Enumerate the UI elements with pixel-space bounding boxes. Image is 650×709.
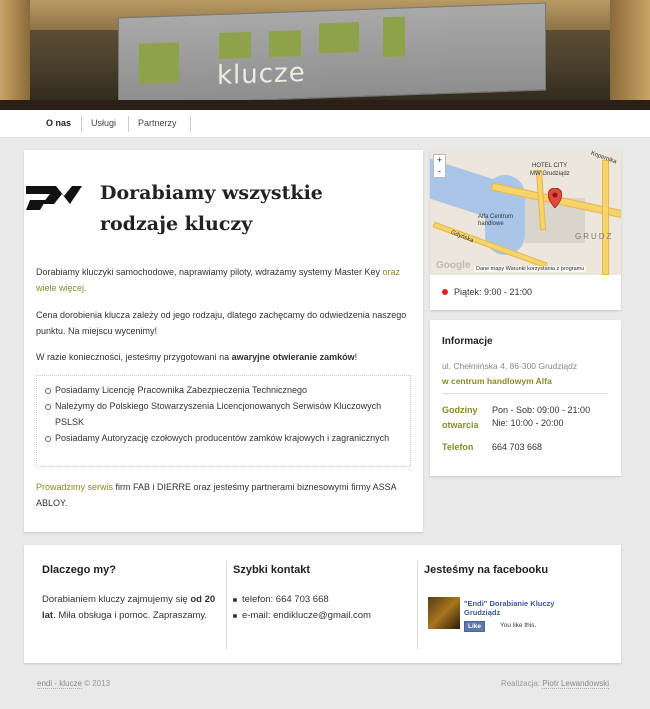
sign-letter-block [219,31,251,59]
intro-text: Dorabiamy kluczyki samochodowe, naprawia… [36,267,383,277]
sign-letter-block [319,22,359,54]
like-label: Like [468,623,482,630]
hours-sunday: Nie: 10:00 - 20:00 [492,418,564,428]
nav-divider [81,116,82,132]
list-item: Posiadamy Licencję Pracownika Zabezpiecz… [45,382,402,398]
facebook-like-button[interactable]: Like [464,621,486,632]
zoom-out-button[interactable]: - [434,166,445,177]
sign-text: klucze [217,57,306,92]
divider [442,393,608,394]
map-label-alfa: Alfa Centrum handlowe [478,214,514,227]
footer-home-link[interactable]: endi - klucze [37,679,82,689]
google-logo: Google [436,260,471,271]
footer-copyright: endi - klucze © 2013 [37,679,111,689]
facebook-page-link[interactable]: "Endi" Dorabianie Kluczy Grudziądz [464,599,574,617]
footer-credit: Realizacja: Piotr Lewandowski [500,679,609,689]
map-road [602,160,609,275]
sign-logo-block [139,42,179,84]
today-hours: Piątek: 9:00 - 21:00 [442,287,532,297]
facebook-you-like: You like this. [500,622,537,629]
phone-value: 664 703 668 [492,442,543,452]
list-item: Posiadamy Autoryzację czołowych producen… [45,430,402,446]
map-zoom-control[interactable]: + - [433,154,446,178]
map-card: + - HOTEL CITY MW Grudziądz Alfa Centrum… [430,150,621,310]
emergency-bold: awaryjne otwieranie zamków [231,352,355,362]
status-dot-icon [442,289,448,295]
emergency-end: ! [354,352,358,362]
shop-sign: klucze [118,2,546,106]
address-location: w centrum handlowym Alfa [442,376,552,386]
service-paragraph: Prowadzimy serwis firm FAB i DIERRE oraz… [36,479,412,511]
map-label-hotel: HOTEL CITY [532,163,568,169]
today-hours-text: Piątek: 9:00 - 21:00 [454,287,533,297]
map-terms[interactable]: Dane mapy Warunki korzystania z programu [474,266,587,272]
bottom-card: Dlaczego my? Dorabianiem kluczy zajmujem… [24,545,621,663]
list-item: Należymy do Polskiego Stowarzyszenia Lic… [45,398,402,430]
why-us-text-1: Dorabianiem kluczy zajmujemy się [42,594,191,605]
contact-phone: telefon: 664 703 668 [233,592,371,608]
footer-author-link[interactable]: Piotr Lewandowski [542,679,609,689]
column-divider [417,561,418,649]
nav-item-o-nas[interactable]: O nas [46,118,71,128]
page-title: Dorabiamy wszystkie rodzaje kluczy [100,182,323,235]
why-us-title: Dlaczego my? [42,564,116,576]
facebook-page-avatar[interactable] [428,597,460,629]
nav-item-uslugi[interactable]: Usługi [91,118,116,128]
hours-label-2: otwarcia [442,420,479,430]
nav-item-partnerzy[interactable]: Partnerzy [138,118,177,128]
contact-list: telefon: 664 703 668 e-mail: endiklucze@… [233,592,371,624]
sign-letter-block [269,30,301,58]
map-label-grudz: GRUDZ [575,232,614,241]
footer-copyright-text: © 2013 [81,679,111,688]
header-banner: klucze [0,0,650,110]
zoom-in-button[interactable]: + [434,155,445,166]
map-label-mw: MW Grudziądz [530,171,570,177]
nav-divider [190,116,191,132]
service-link[interactable]: Prowadzimy serwis [36,482,113,492]
price-paragraph: Cena dorobienia klucza zależy od jego ro… [36,310,407,336]
banner-pillar-left [0,0,30,110]
intro-paragraph: Dorabiamy kluczyki samochodowe, naprawia… [36,264,412,296]
nav-divider [128,116,129,132]
info-card: Informacje ul. Chełmińska 4, 86-300 Grud… [430,320,621,476]
column-divider [226,561,227,649]
quick-contact-title: Szybki kontakt [233,564,311,576]
location-pin-icon[interactable] [548,188,562,208]
endi-logo-icon [26,186,82,210]
why-us-text: Dorabianiem kluczy zajmujemy się od 20 l… [42,592,222,624]
emergency-paragraph: W razie konieczności, jesteśmy przygotow… [36,349,412,365]
why-us-text-2: . Miła obsługa i pomoc. Zapraszamy. [53,610,208,621]
about-card: Dorabiamy wszystkie rodzaje kluczy Dorab… [24,150,423,532]
emergency-text: W razie konieczności, jesteśmy przygotow… [36,352,232,362]
facebook-like-box: "Endi" Dorabianie Kluczy Grudziądz Like … [428,597,598,633]
banner-bottom-strip [0,100,650,110]
facebook-title: Jesteśmy na facebooku [424,564,549,576]
contact-email[interactable]: e-mail: endiklucze@gmail.com [233,608,371,624]
hours-label-1: Godziny [442,405,478,415]
licenses-list: Posiadamy Licencję Pracownika Zabezpiecz… [36,375,411,467]
info-title: Informacje [442,336,493,347]
location-map[interactable]: + - HOTEL CITY MW Grudziądz Alfa Centrum… [430,150,621,275]
sign-letter-block [383,16,405,58]
phone-label: Telefon [442,442,474,452]
main-nav: O nas Usługi Partnerzy [0,110,650,138]
banner-pillar-right [610,0,650,110]
address: ul. Chełmińska 4, 86-300 Grudziądz [442,361,578,371]
footer-credit-text: Realizacja: [500,679,543,688]
